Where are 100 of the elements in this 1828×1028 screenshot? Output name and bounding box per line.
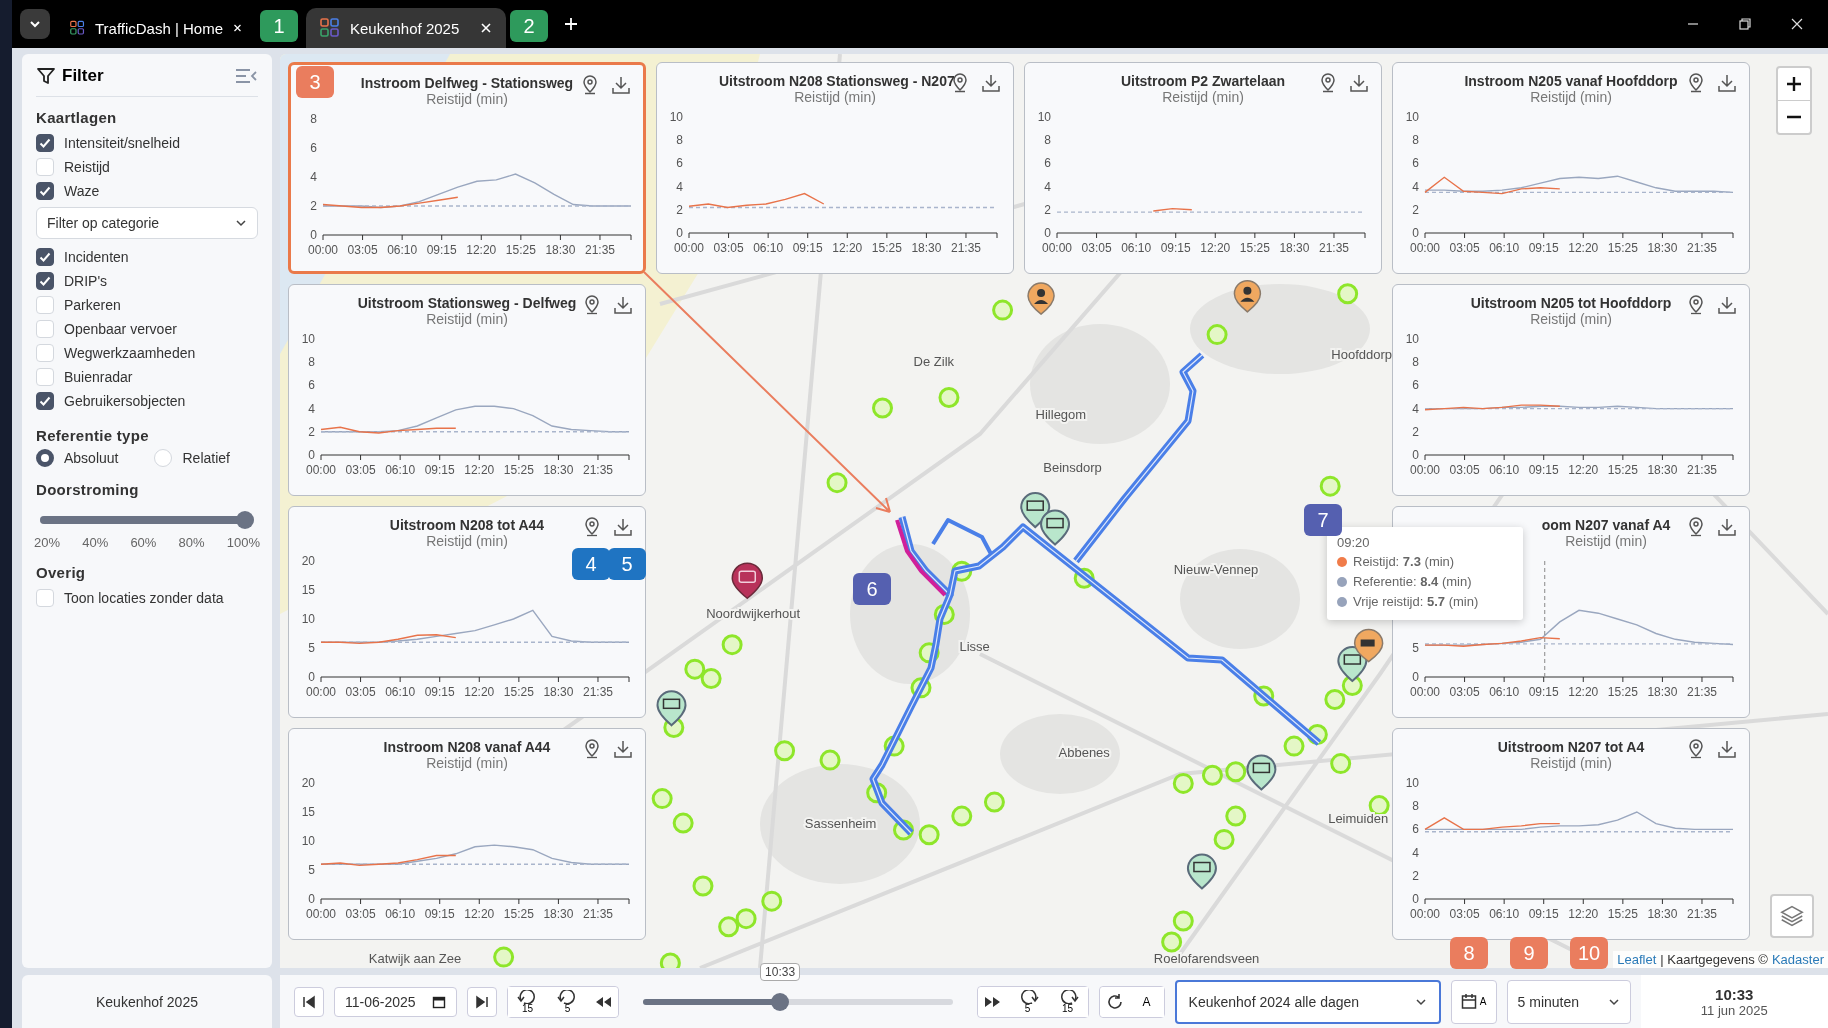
- sign-marker-icon[interactable]: [656, 690, 687, 727]
- tow-truck-marker-icon[interactable]: [1353, 628, 1384, 663]
- browser-tab[interactable]: Keukenhof 2025: [306, 8, 506, 48]
- axis-tick-label: 18:30: [1647, 241, 1678, 255]
- axis-tick-label: 06:10: [1489, 907, 1520, 921]
- traffic-sensor-icon[interactable]: [883, 735, 905, 757]
- download-icon[interactable]: [1349, 73, 1369, 93]
- axis-tick-label: 0: [308, 670, 315, 684]
- checkbox[interactable]: [36, 134, 54, 152]
- checkmark-icon: [38, 184, 52, 198]
- category-dropdown[interactable]: Filter op categorie: [36, 207, 258, 239]
- traffic-sensor-icon[interactable]: [910, 677, 932, 699]
- slider-tick-label: 20%: [34, 535, 61, 550]
- traffic-sensor-icon[interactable]: [1253, 685, 1275, 707]
- download-icon[interactable]: [613, 295, 633, 315]
- location-pin-icon[interactable]: [583, 295, 601, 315]
- checkbox[interactable]: [36, 392, 54, 410]
- download-icon[interactable]: [613, 517, 633, 537]
- sign-marker-icon[interactable]: [1186, 853, 1217, 890]
- collapse-panel-icon[interactable]: [234, 66, 258, 86]
- last-button[interactable]: [466, 986, 497, 1017]
- checkbox-label: DRIP's: [64, 273, 108, 289]
- download-icon[interactable]: [611, 75, 631, 95]
- callout-badge: 10: [1570, 937, 1608, 969]
- chart-subtitle: Reistijd (min): [793, 89, 877, 105]
- worker-marker-icon[interactable]: [1027, 282, 1055, 315]
- refresh-icon: [1105, 992, 1124, 1011]
- axis-tick-label: 21:35: [1318, 241, 1349, 255]
- location-pin-icon[interactable]: [1687, 295, 1705, 315]
- checkbox[interactable]: [36, 248, 54, 266]
- axis-tick-label: 5: [308, 863, 315, 877]
- checkbox-label: Buienradar: [64, 369, 133, 385]
- download-icon[interactable]: [1717, 739, 1737, 759]
- location-pin-icon[interactable]: [1319, 73, 1337, 93]
- browser-tab[interactable]: TrafficDash | Home: [56, 8, 256, 48]
- traffic-sensor-icon[interactable]: [951, 560, 973, 582]
- axis-tick-label: 18:30: [543, 463, 574, 477]
- bus-marker-icon[interactable]: [731, 562, 764, 599]
- new-tab-icon[interactable]: [564, 17, 578, 31]
- download-icon[interactable]: [981, 73, 1001, 93]
- axis-tick-label: 12:20: [464, 463, 495, 477]
- location-pin-icon[interactable]: [1687, 739, 1705, 759]
- callout-badge: 2: [510, 10, 548, 42]
- axis-tick-label: 8: [1412, 133, 1419, 148]
- slider-tick-label: 60%: [130, 535, 157, 550]
- selected-route-line[interactable]: [895, 519, 947, 597]
- traffic-sensor-icon[interactable]: [866, 782, 888, 804]
- checkbox-label: Gebruikersobjecten: [64, 393, 186, 409]
- download-icon[interactable]: [613, 739, 633, 759]
- axis-tick-label: 20: [301, 554, 315, 568]
- axis-tick-label: 03:05: [1449, 685, 1480, 699]
- sign-marker-icon[interactable]: [1040, 509, 1071, 546]
- reference-dropdown[interactable]: Keukenhof 2024 alle dagen: [1174, 979, 1441, 1024]
- flow-slider[interactable]: [40, 511, 254, 529]
- close-icon[interactable]: [233, 22, 242, 34]
- restore-icon[interactable]: [1738, 17, 1752, 31]
- download-icon[interactable]: [1717, 295, 1737, 315]
- axis-tick-label: 10: [1405, 332, 1419, 346]
- time-slider[interactable]: [642, 992, 953, 1011]
- source-link[interactable]: Kadaster: [1771, 952, 1824, 967]
- download-icon[interactable]: [1717, 73, 1737, 93]
- panel-title: Filter: [62, 66, 105, 86]
- skip-first-icon: [302, 994, 316, 1009]
- sign-marker-icon[interactable]: [1246, 754, 1277, 791]
- axis-tick-label: 12:20: [1568, 685, 1599, 699]
- close-icon[interactable]: [1790, 17, 1804, 31]
- layers-button[interactable]: [1770, 894, 1814, 938]
- calendar-button[interactable]: A: [1450, 979, 1497, 1024]
- checkbox-label: Incidenten: [64, 249, 129, 265]
- axis-tick-label: 6: [308, 378, 315, 393]
- first-button[interactable]: [294, 986, 324, 1017]
- leaflet-link[interactable]: Leaflet: [1617, 952, 1657, 967]
- checkbox[interactable]: [36, 182, 54, 200]
- axis-tick-label: 00:00: [1410, 685, 1440, 699]
- traffic-sensor-icon[interactable]: [918, 642, 940, 664]
- traffic-sensor-icon[interactable]: [893, 819, 914, 841]
- location-pin-icon[interactable]: [583, 739, 601, 759]
- radio-button[interactable]: [36, 449, 54, 467]
- place-label: Abbenes: [1058, 744, 1110, 760]
- traffic-sensor-icon[interactable]: [933, 603, 955, 625]
- axis-tick-label: 0: [1412, 670, 1419, 684]
- location-pin-icon[interactable]: [1687, 73, 1705, 93]
- worker-marker-icon[interactable]: [1233, 280, 1262, 313]
- interval-dropdown[interactable]: 5 minuten: [1506, 979, 1631, 1024]
- location-pin-icon[interactable]: [581, 75, 599, 95]
- chart-title: Uitstroom N208 tot A44: [388, 517, 546, 533]
- axis-tick-label: 2: [1412, 424, 1419, 439]
- location-pin-icon[interactable]: [583, 517, 601, 537]
- axis-tick-label: 4: [1044, 179, 1051, 194]
- tab-list-button[interactable]: [20, 9, 50, 39]
- traffic-sensor-icon[interactable]: [1073, 567, 1095, 589]
- axis-tick-label: 18:30: [543, 685, 574, 699]
- download-icon[interactable]: [1717, 517, 1737, 537]
- checkbox[interactable]: [36, 272, 54, 290]
- location-pin-icon[interactable]: [1687, 517, 1705, 537]
- place-label: Hoofddorp: [1331, 347, 1392, 363]
- axis-tick-label: 8: [1412, 355, 1419, 370]
- axis-tick-label: 10: [301, 834, 315, 848]
- axis-tick-label: 21:35: [1686, 463, 1717, 477]
- date-field[interactable]: 11-06-2025: [334, 986, 457, 1017]
